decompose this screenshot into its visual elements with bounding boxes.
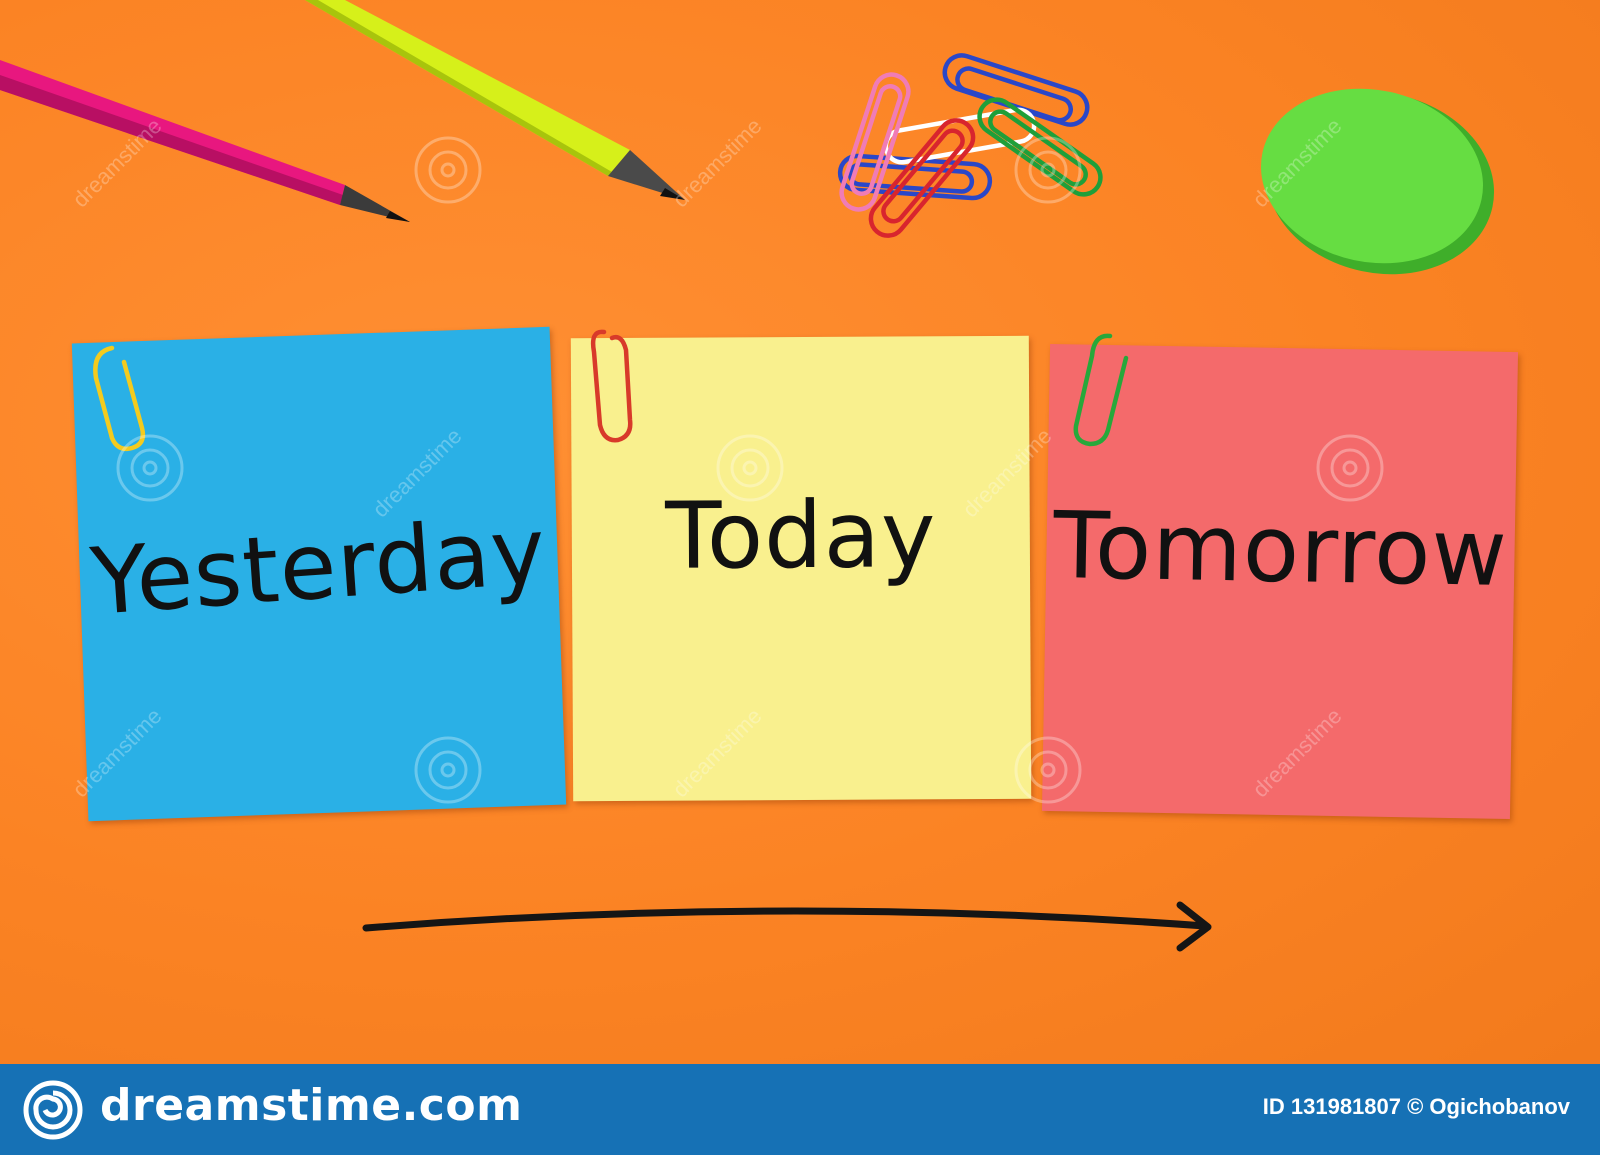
watermark-spirals bbox=[116, 136, 1384, 804]
watermark-footer: dreamstime.com ID 131981807 © Ogichobano… bbox=[0, 1064, 1600, 1155]
photo-scene: Yesterday Today Tomorrow dreamstime drea… bbox=[0, 0, 1600, 1064]
footer-credit: ID 131981807 © Ogichobanov bbox=[1262, 1094, 1570, 1119]
footer-brand: dreamstime.com bbox=[100, 1080, 523, 1131]
dreamstime-spiral-icon bbox=[23, 1080, 83, 1140]
